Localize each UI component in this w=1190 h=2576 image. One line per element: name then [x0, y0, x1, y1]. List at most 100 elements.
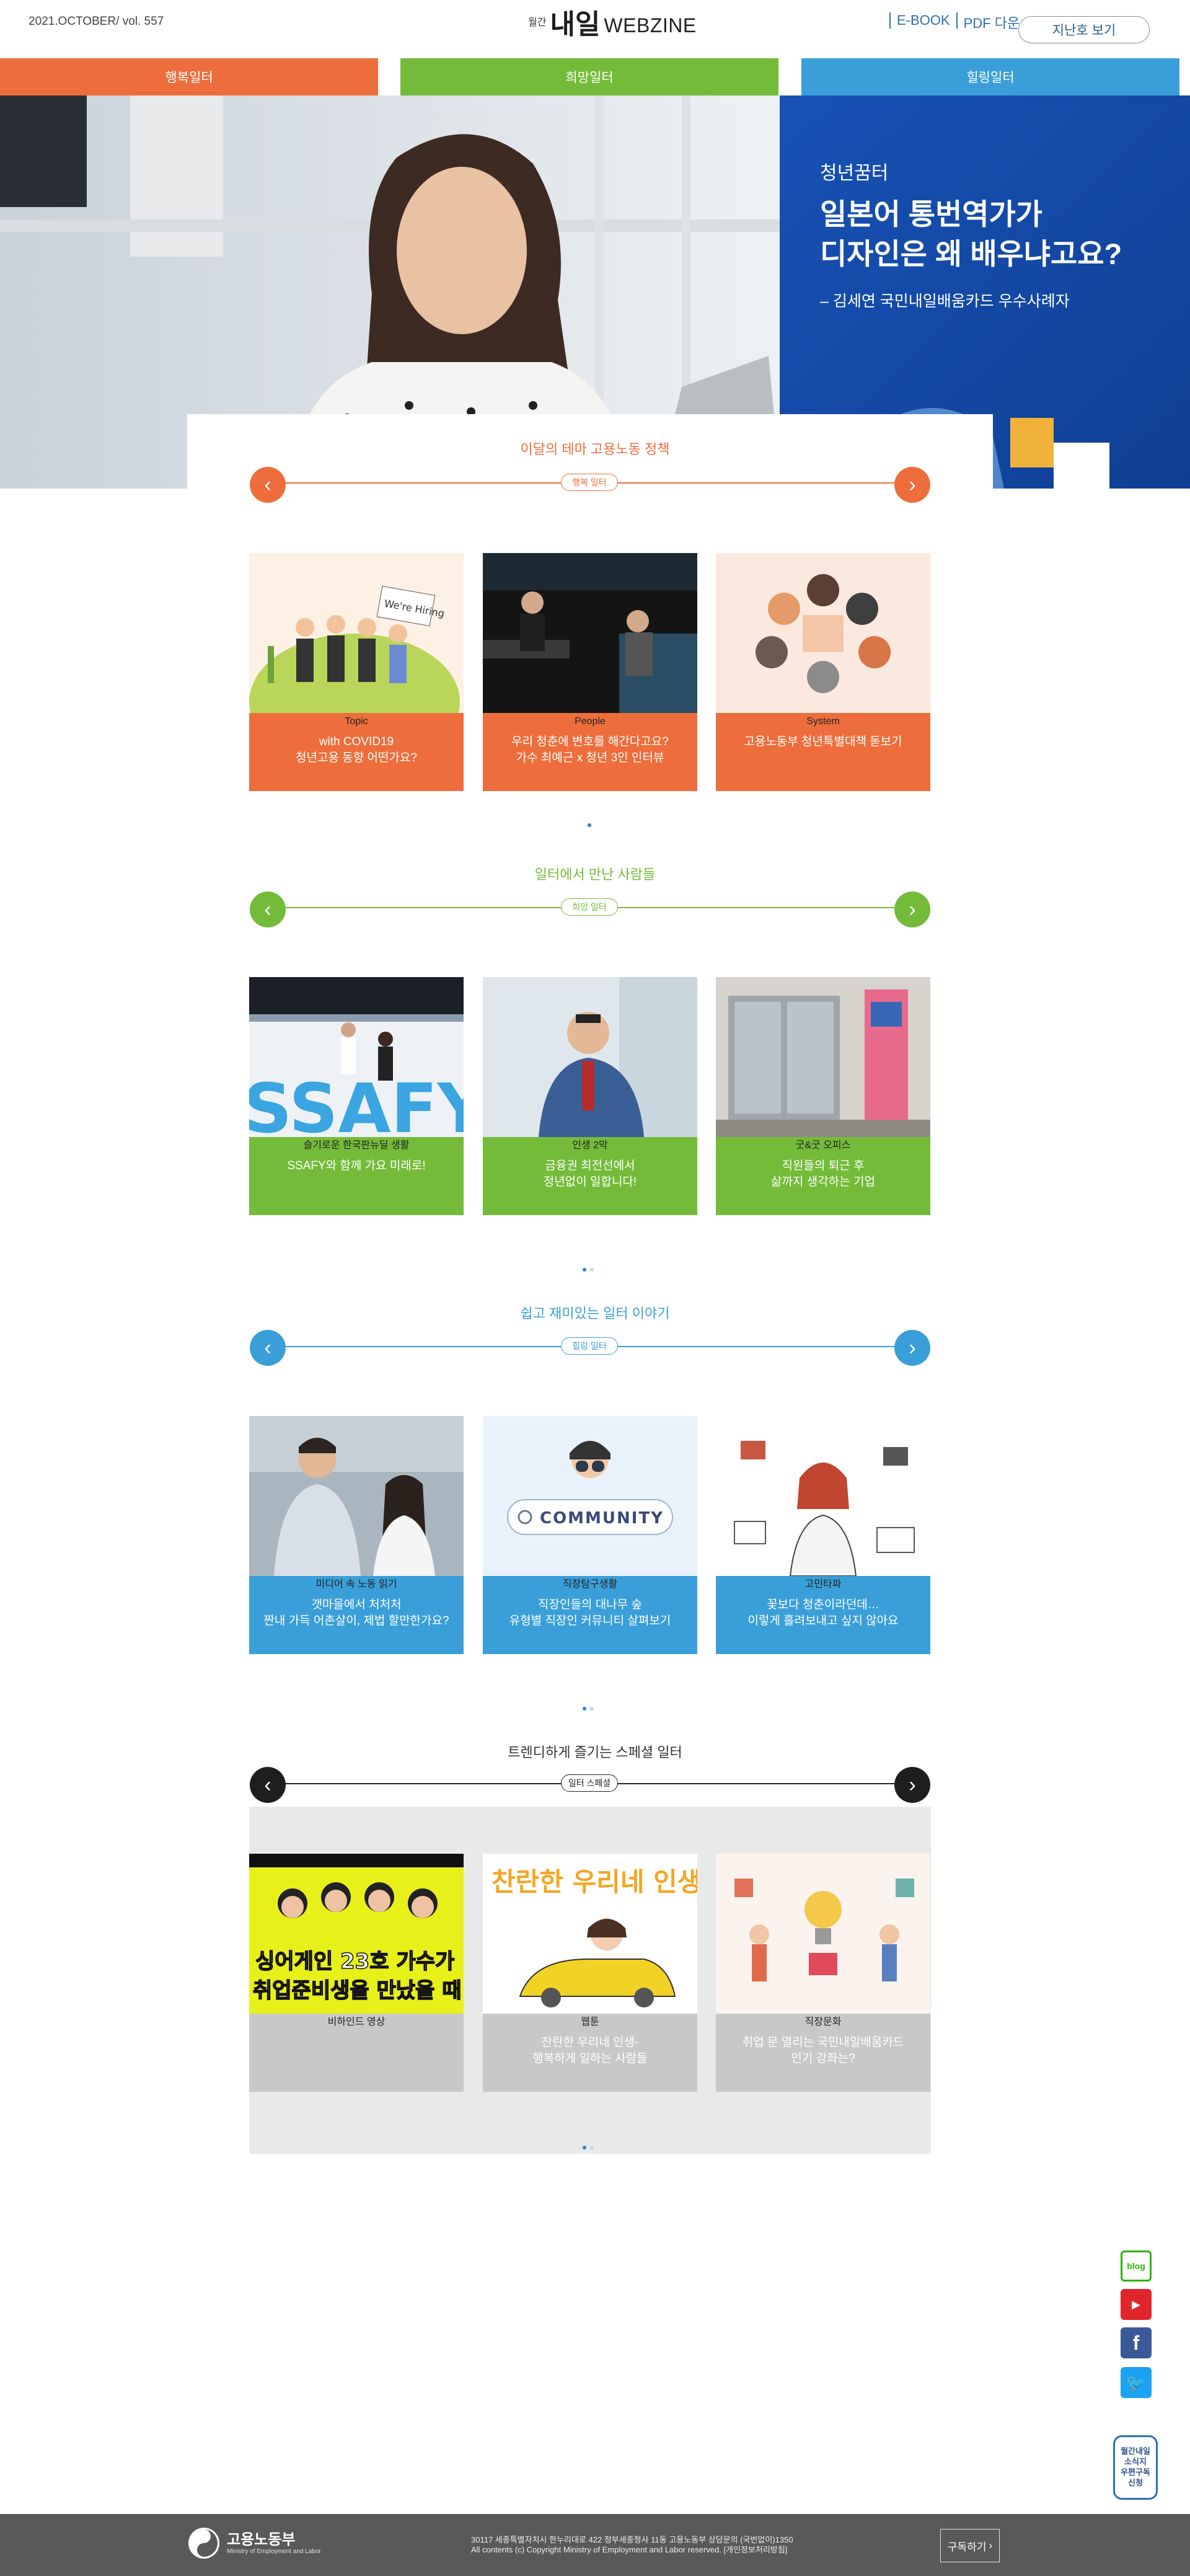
article-card[interactable]: System 고용노동부 청년특별대책 돋보기 [716, 553, 930, 791]
card-category: People [575, 716, 606, 727]
card-title-line2: 행복하게 일하는 사람들 [532, 2052, 648, 2065]
card-category: System [806, 716, 840, 727]
card-category: 비하인드 영상 [327, 2017, 386, 2027]
blog-icon[interactable]: blog [1121, 2251, 1152, 2282]
footer: 고용노동부 Ministry of Employment and Labor 3… [0, 2514, 1190, 2576]
article-card[interactable]: 직장문화 취업 문 열리는 국민내일배움카드 인기 강좌는? [716, 1854, 930, 2092]
subscribe-button[interactable]: 구독하기 › [940, 2529, 1000, 2562]
card-title: with COVID19 청년고용 동향 어떤가요? [249, 734, 464, 766]
next-arrow-icon[interactable]: › [894, 1330, 930, 1366]
divider [889, 12, 891, 29]
card-thumbnail: We're Hiring [249, 553, 464, 713]
ministry-logo[interactable]: 고용노동부 Ministry of Employment and Labor [188, 2528, 321, 2559]
pagination-dots [583, 1707, 594, 1711]
card-body: 비하인드 영상 [249, 2014, 464, 2092]
section-badge: 일터 스페셜 [561, 1774, 618, 1792]
section-badge: 행복 일터 [561, 474, 618, 491]
card-body: 슬기로운 한국판뉴딜 생활 SSAFY와 함께 가요 미래로! [249, 1137, 464, 1215]
card-title: 갯마을에서 처처처 짠내 가득 어촌살이, 제법 할만한가요? [249, 1597, 464, 1629]
header-links: E-BOOK PDF 다운 [889, 12, 1020, 32]
card-title-line2: 유형별 직장인 커뮤니티 살펴보기 [509, 1614, 671, 1627]
card-body: 인생 2막 금융권 최전선에서 정년없이 일합니다! [483, 1137, 697, 1215]
prev-arrow-icon[interactable]: ‹ [250, 892, 286, 927]
prev-arrow-icon[interactable]: ‹ [250, 467, 286, 503]
pagination-dot[interactable] [588, 823, 591, 827]
card-title: 금융권 최전선에서 정년없이 일합니다! [483, 1158, 697, 1190]
hero-title-line2: 디자인은 왜 배우냐고요? [820, 237, 1122, 270]
card-thumbnail: 찬란한 우리네 인생 [483, 1854, 697, 2014]
card-category: Topic [345, 716, 368, 727]
card-thumbnail [483, 553, 697, 713]
card-title: 직원들의 퇴근 후 삶까지 생각하는 기업 [716, 1158, 930, 1190]
card-title-line2: 인기 강좌는? [791, 2052, 855, 2065]
ministry-emblem-icon [188, 2528, 219, 2559]
facebook-icon[interactable]: f [1121, 2327, 1152, 2358]
card-title-line1: 꽃보다 청춘이라던데… [767, 1598, 879, 1611]
youtube-icon[interactable]: ▶ [1121, 2289, 1152, 2320]
webzine-logo[interactable]: 월간 내일 WEBZINE [528, 4, 697, 40]
article-card[interactable]: People 우리 청춘에 변호를 해간다고요? 가수 최예근 x 청년 3인 … [483, 553, 697, 791]
card-thumbnail [716, 553, 930, 713]
pagination-dots [583, 1268, 594, 1272]
section-title-special: 트렌디하게 즐기는 스페셜 일터 [508, 1745, 682, 1760]
ebook-link[interactable]: E-BOOK [897, 12, 950, 32]
card-thumbnail [716, 1416, 930, 1576]
next-arrow-icon[interactable]: › [894, 1767, 930, 1803]
nav-happy-work[interactable]: 행복일터 [0, 58, 378, 95]
card-title: 꽃보다 청춘이라던데… 이렇게 흘려보내고 싶지 않아요 [716, 1597, 930, 1629]
next-arrow-icon[interactable]: › [894, 467, 930, 503]
chevron-right-icon: › [989, 2539, 993, 2551]
card-body: People 우리 청춘에 변호를 해간다고요? 가수 최예근 x 청년 3인 … [483, 713, 697, 791]
section-title-policy: 이달의 테마 고용노동 정책 [520, 441, 670, 457]
webtoon-title: 찬란한 우리네 인생 [491, 1867, 697, 1897]
prev-arrow-icon[interactable]: ‹ [250, 1767, 286, 1803]
next-arrow-icon[interactable]: › [894, 892, 930, 927]
article-card[interactable]: SSAFY 슬기로운 한국판뉴딜 생활 SSAFY와 함께 가요 미래로! [249, 977, 464, 1215]
prev-arrow-icon[interactable]: ‹ [250, 1330, 286, 1366]
card-title: 고용노동부 청년특별대책 돋보기 [716, 734, 930, 750]
article-card[interactable]: 찬란한 우리네 인생 웹툰 찬란한 우리네 인생- 행복하게 일하는 사람들 [483, 1854, 697, 2092]
card-thumbnail: 싱어게인 23호 가수가 취업준비생을 만났을 때 [249, 1854, 464, 2014]
section-badge: 희망 일터 [561, 898, 618, 916]
pagination-dot[interactable] [583, 1268, 586, 1272]
pagination-dot[interactable] [590, 2146, 594, 2149]
ssafy-wordmark: SSAFY [249, 1069, 464, 1137]
card-body: 직장탐구생활 직장인들의 대나무 숲 유형별 직장인 커뮤니티 살펴보기 [483, 1576, 697, 1654]
card-category: 직장탐구생활 [562, 1579, 618, 1590]
article-card[interactable]: 굿&굿 오피스 직원들의 퇴근 후 삶까지 생각하는 기업 [716, 977, 930, 1215]
ministry-name: 고용노동부 [227, 2531, 296, 2548]
section-title-story: 쉽고 재미있는 일터 이야기 [520, 1306, 670, 1321]
footer-address: 30117 세종특별자치시 한누리대로 422 정부세종청사 11동 고용노동부… [471, 2535, 793, 2555]
article-card[interactable]: We're Hiring Topic with COVID19 청년고용 동향 … [249, 553, 464, 791]
card-title-line1: 고용노동부 청년특별대책 돋보기 [744, 735, 902, 748]
card-body: 웹툰 찬란한 우리네 인생- 행복하게 일하는 사람들 [483, 2014, 697, 2092]
ministry-name-eng: Ministry of Employment and Labor [227, 2547, 321, 2555]
logo-webzine-text: WEBZINE [604, 14, 697, 37]
pagination-dot[interactable] [590, 1268, 594, 1272]
copyright-text: All contents (c) Copyright Ministry of E… [471, 2545, 788, 2554]
card-thumbnail: COMMUNITY [483, 1416, 697, 1576]
section-title-people: 일터에서 만난 사람들 [534, 867, 656, 882]
pagination-dot[interactable] [583, 1707, 586, 1711]
article-card[interactable]: 고민타파 꽃보다 청춘이라던데… 이렇게 흘려보내고 싶지 않아요 [716, 1416, 930, 1654]
hero-subtitle: – 김세연 국민내일배움카드 우수사례자 [820, 293, 1070, 310]
nav-hope-work[interactable]: 희망일터 [400, 58, 778, 95]
pagination-dot[interactable] [590, 1707, 594, 1711]
divider [956, 12, 958, 29]
article-card[interactable]: 미디어 속 노동 읽기 갯마을에서 처처처 짠내 가득 어촌살이, 제법 할만한… [249, 1416, 464, 1654]
logo-main-text: 내일 [550, 9, 601, 40]
article-card[interactable]: 인생 2막 금융권 최전선에서 정년없이 일합니다! [483, 977, 697, 1215]
article-card[interactable]: COMMUNITY 직장탐구생활 직장인들의 대나무 숲 유형별 직장인 커뮤니… [483, 1416, 697, 1654]
pdf-download-link[interactable]: PDF 다운 [964, 12, 1020, 32]
nav-healing-work[interactable]: 힐링일터 [801, 58, 1179, 95]
article-card[interactable]: 싱어게인 23호 가수가 취업준비생을 만났을 때 비하인드 영상 [249, 1854, 464, 2092]
past-issue-button[interactable]: 지난호 보기 [1018, 16, 1150, 43]
card-title-line1: 금융권 최전선에서 [545, 1159, 635, 1172]
card-title: 우리 청춘에 변호를 해간다고요? 가수 최예근 x 청년 3인 인터뷰 [483, 734, 697, 766]
card-title-line1: 취업 문 열리는 국민내일배움카드 [742, 2036, 904, 2049]
subscribe-line4: 신청 [1128, 2478, 1143, 2487]
pagination-dot[interactable] [583, 2146, 586, 2149]
mail-subscribe-button[interactable]: 월간내일 소식지 우편구독 신청 [1113, 2435, 1158, 2500]
twitter-icon[interactable]: 🐦 [1121, 2367, 1152, 2398]
card-title-line1: 직원들의 퇴근 후 [782, 1159, 865, 1172]
